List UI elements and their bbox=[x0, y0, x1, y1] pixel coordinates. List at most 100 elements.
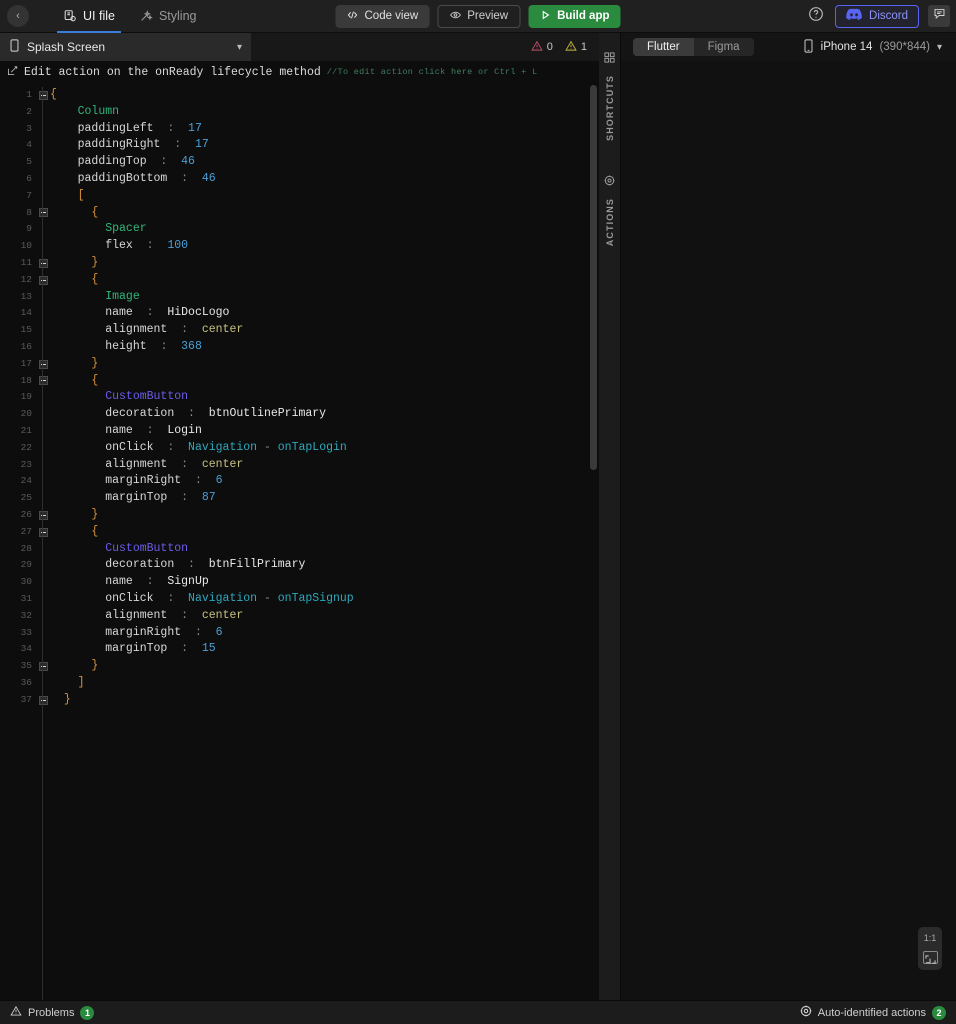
fold-marker[interactable] bbox=[36, 272, 50, 289]
code-view-button[interactable]: Code view bbox=[336, 5, 430, 28]
magic-wand-icon bbox=[139, 9, 153, 23]
feedback-button[interactable] bbox=[928, 5, 950, 27]
fold-marker bbox=[36, 457, 50, 474]
code-editor[interactable]: 1234567891011121314151617181920212223242… bbox=[0, 83, 599, 1000]
code-token: 6 bbox=[216, 626, 223, 639]
code-brackets-icon bbox=[347, 9, 359, 24]
fold-marker[interactable] bbox=[36, 255, 50, 272]
tab-styling[interactable]: Styling bbox=[127, 0, 209, 33]
fold-marker[interactable] bbox=[36, 658, 50, 675]
feedback-icon bbox=[933, 7, 946, 25]
line-number: 21 bbox=[0, 423, 36, 440]
fold-marker bbox=[36, 675, 50, 692]
right-action-group: Discord bbox=[806, 5, 950, 28]
segment-flutter[interactable]: Flutter bbox=[633, 38, 694, 56]
fold-toggle-icon[interactable] bbox=[39, 528, 48, 537]
zoom-level-label[interactable]: 1:1 bbox=[924, 933, 937, 943]
code-token: Login bbox=[167, 424, 202, 437]
lifecycle-hint-bar[interactable]: Edit action on the onReady lifecycle met… bbox=[0, 61, 599, 83]
fold-marker[interactable] bbox=[36, 356, 50, 373]
rail-item-actions[interactable]: ACTIONS bbox=[604, 166, 615, 253]
fold-marker[interactable] bbox=[36, 692, 50, 709]
line-number: 10 bbox=[0, 238, 36, 255]
line-number: 16 bbox=[0, 339, 36, 356]
warning-triangle-icon bbox=[10, 1005, 22, 1020]
fold-marker bbox=[36, 221, 50, 238]
editor-scrollbar[interactable] bbox=[590, 85, 597, 470]
warnings-indicator[interactable]: 1 bbox=[565, 40, 587, 55]
fold-marker bbox=[36, 608, 50, 625]
errors-indicator[interactable]: 0 bbox=[531, 40, 553, 55]
fold-gutter[interactable] bbox=[36, 83, 50, 1000]
play-icon bbox=[539, 9, 551, 24]
fold-toggle-icon[interactable] bbox=[39, 511, 48, 520]
fold-toggle-icon[interactable] bbox=[39, 696, 48, 705]
error-triangle-icon bbox=[531, 40, 543, 55]
segment-figma[interactable]: Figma bbox=[694, 38, 754, 56]
code-token: center bbox=[202, 458, 243, 471]
line-number: 13 bbox=[0, 289, 36, 306]
fold-marker[interactable] bbox=[36, 373, 50, 390]
fold-marker bbox=[36, 591, 50, 608]
code-token: } bbox=[64, 693, 71, 706]
fold-marker bbox=[36, 423, 50, 440]
discord-button[interactable]: Discord bbox=[835, 5, 919, 28]
code-line: ] bbox=[50, 675, 599, 692]
line-number: 34 bbox=[0, 641, 36, 658]
code-content[interactable]: { Column paddingLeft : 17 paddingRight :… bbox=[50, 83, 599, 1000]
build-app-button[interactable]: Build app bbox=[528, 5, 620, 28]
code-line: paddingBottom : 46 bbox=[50, 171, 599, 188]
code-line: name : SignUp bbox=[50, 574, 599, 591]
fold-toggle-icon[interactable] bbox=[39, 662, 48, 671]
fold-marker bbox=[36, 154, 50, 171]
problems-status[interactable]: Problems 1 bbox=[10, 1005, 94, 1020]
fold-marker[interactable] bbox=[36, 205, 50, 222]
line-number: 35 bbox=[0, 658, 36, 675]
fold-toggle-icon[interactable] bbox=[39, 91, 48, 100]
renderer-segmented-control: Flutter Figma bbox=[633, 38, 754, 56]
fold-marker bbox=[36, 238, 50, 255]
fold-toggle-icon[interactable] bbox=[39, 208, 48, 217]
code-line: } bbox=[50, 356, 599, 373]
status-bar: Problems 1 Auto-identified actions 2 bbox=[0, 1000, 956, 1024]
code-line: marginRight : 6 bbox=[50, 473, 599, 490]
code-line: decoration : btnFillPrimary bbox=[50, 557, 599, 574]
fold-marker bbox=[36, 104, 50, 121]
fold-toggle-icon[interactable] bbox=[39, 360, 48, 369]
fold-toggle-icon[interactable] bbox=[39, 376, 48, 385]
file-selector[interactable]: Splash Screen ▾ bbox=[0, 33, 251, 61]
preview-button[interactable]: Preview bbox=[437, 5, 520, 28]
fit-screen-icon[interactable] bbox=[923, 951, 938, 964]
fold-marker[interactable] bbox=[36, 524, 50, 541]
fold-marker bbox=[36, 557, 50, 574]
fold-marker bbox=[36, 121, 50, 138]
line-number: 27 bbox=[0, 524, 36, 541]
code-token: 17 bbox=[195, 138, 209, 151]
fold-marker bbox=[36, 289, 50, 306]
code-line: { bbox=[50, 205, 599, 222]
line-number: 12 bbox=[0, 272, 36, 289]
tab-ui-file[interactable]: UI file bbox=[51, 0, 127, 33]
device-selector[interactable]: iPhone 14 (390*844) ▾ bbox=[803, 39, 942, 56]
auto-actions-status[interactable]: Auto-identified actions 2 bbox=[800, 1005, 946, 1020]
preview-toolbar: Flutter Figma iPhone 14 (390*844) ▾ bbox=[621, 33, 956, 61]
code-token: name bbox=[105, 575, 133, 588]
code-token: alignment bbox=[105, 458, 167, 471]
back-button[interactable]: ‹ bbox=[7, 5, 29, 27]
fold-marker[interactable] bbox=[36, 507, 50, 524]
fold-toggle-icon[interactable] bbox=[39, 259, 48, 268]
target-icon bbox=[800, 1005, 812, 1020]
rail-item-shortcuts[interactable]: SHORTCUTS bbox=[604, 43, 615, 148]
code-token: center bbox=[202, 323, 243, 336]
fold-marker[interactable] bbox=[36, 87, 50, 104]
line-number-gutter: 1234567891011121314151617181920212223242… bbox=[0, 83, 36, 1000]
code-token: Navigation bbox=[188, 441, 257, 454]
line-number: 4 bbox=[0, 137, 36, 154]
fold-toggle-icon[interactable] bbox=[39, 276, 48, 285]
help-button[interactable] bbox=[806, 6, 826, 26]
code-token: decoration bbox=[105, 407, 174, 420]
code-token: 87 bbox=[202, 491, 216, 504]
code-token: onClick bbox=[105, 592, 153, 605]
code-token: marginRight bbox=[105, 474, 181, 487]
code-token: 368 bbox=[181, 340, 202, 353]
